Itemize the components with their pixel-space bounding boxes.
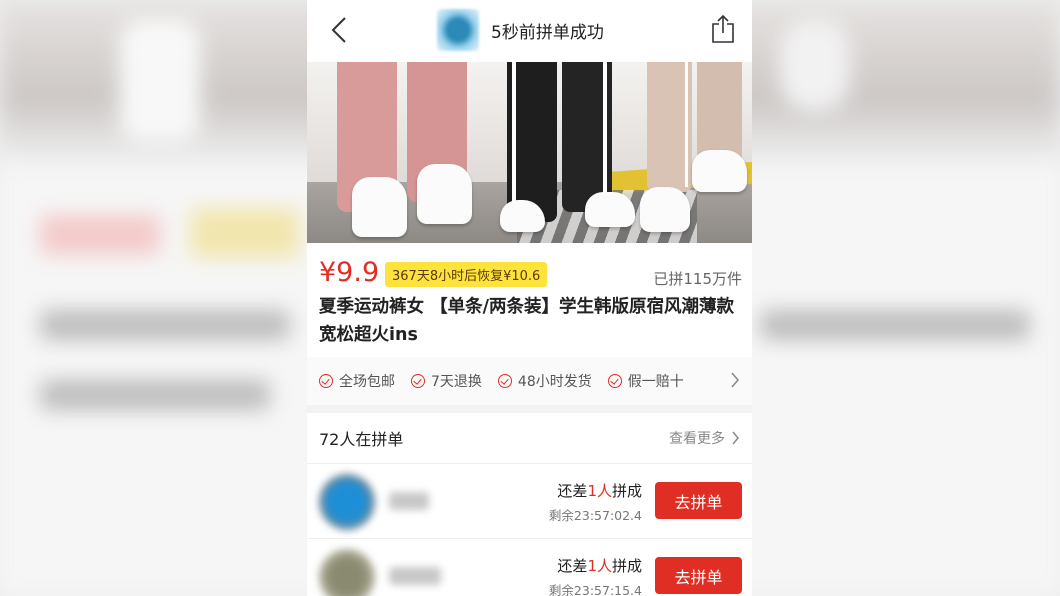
phone-screen: 5秒前拼单成功 ¥9.9 367天8小时后恢复¥10.6 已拼115万件 夏季运…: [307, 0, 752, 596]
page-title-text: 5秒前拼单成功: [491, 22, 604, 43]
price: ¥9.9: [319, 257, 380, 288]
need-text: 还差1人拼成: [557, 557, 642, 575]
guarantee-label: 48小时发货: [517, 374, 592, 390]
guarantee-bar[interactable]: 全场包邮 7天退换 48小时发货 假一赔十: [307, 357, 752, 405]
group-row: 还差1人拼成 剩余23:57:02.4 去拼单: [307, 463, 752, 538]
check-circle-icon: [497, 374, 512, 388]
avatar: [437, 9, 479, 51]
guarantee-label: 7天退换: [431, 374, 482, 390]
check-circle-icon: [607, 374, 622, 388]
countdown: 剩余23:57:02.4: [548, 508, 642, 523]
avatar: [319, 549, 375, 596]
countdown: 剩余23:57:15.4: [548, 583, 642, 596]
group-header: 72人在拼单 查看更多: [307, 413, 752, 463]
check-circle-icon: [411, 374, 425, 388]
need-text: 还差1人拼成: [557, 482, 642, 500]
promo-badge: 367天8小时后恢复¥10.6: [385, 262, 548, 287]
guarantee-item: 48小时发货: [497, 371, 592, 391]
guarantee-label: 假一赔十: [627, 374, 684, 390]
view-more-label: 查看更多: [669, 431, 725, 447]
price-row: ¥9.9 367天8小时后恢复¥10.6 已拼115万件: [307, 243, 752, 301]
user-name: [389, 492, 429, 510]
sold-count: 已拼115万件: [653, 270, 742, 288]
guarantee-item: 7天退换: [411, 371, 482, 391]
chevron-left-icon[interactable]: [325, 14, 355, 46]
join-group-button[interactable]: 去拼单: [655, 482, 742, 519]
share-icon[interactable]: [710, 14, 736, 44]
page-title: 5秒前拼单成功: [437, 8, 604, 52]
guarantee-item: 假一赔十: [607, 371, 684, 391]
product-image[interactable]: [307, 62, 752, 243]
product-title: 夏季运动裤女 【单条/两条装】学生韩版原宿风潮薄款宽松超火ins: [319, 297, 734, 345]
check-circle-icon: [319, 374, 333, 388]
chevron-right-icon[interactable]: [730, 371, 740, 389]
group-count: 72人在拼单: [319, 430, 404, 449]
guarantee-label: 全场包邮: [339, 374, 395, 390]
divider: [307, 405, 752, 413]
group-row: 还差1人拼成 剩余23:57:15.4 去拼单: [307, 538, 752, 596]
chevron-right-icon: [732, 431, 739, 445]
guarantee-item: 全场包邮: [319, 371, 395, 391]
user-name: [389, 567, 441, 585]
view-more-link[interactable]: 查看更多: [669, 428, 740, 448]
avatar: [319, 474, 375, 530]
top-bar: 5秒前拼单成功: [307, 0, 752, 62]
join-group-button[interactable]: 去拼单: [655, 557, 742, 594]
